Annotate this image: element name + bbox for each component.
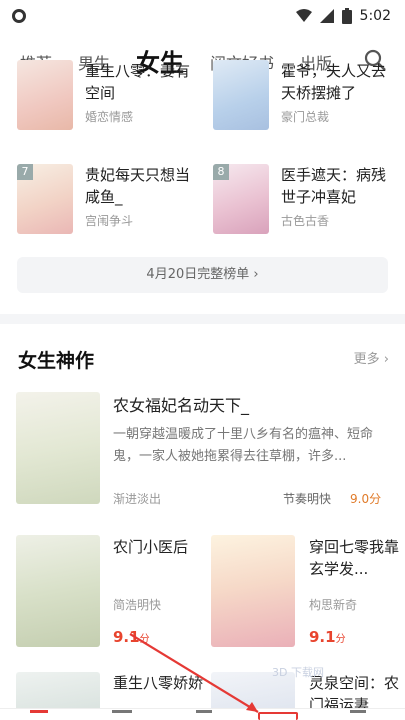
section-title: 女生神作 bbox=[18, 350, 95, 372]
rank-badge: 7 bbox=[17, 164, 33, 180]
rank-item[interactable]: 霍爷，夫人又去天桥摆摊了 豪门总裁 bbox=[213, 60, 399, 130]
nav-profile-icon[interactable] bbox=[350, 710, 366, 720]
book-title: 重生八零：妻有空间 bbox=[85, 62, 191, 102]
book-title: 霍爷，夫人又去天桥摆摊了 bbox=[281, 62, 387, 102]
book-cover bbox=[17, 60, 73, 130]
book-score-value: 9.1 bbox=[113, 628, 140, 646]
book-cover bbox=[213, 60, 269, 130]
book-score: 9.1分 bbox=[113, 628, 150, 646]
rank-item[interactable]: 8 医手遮天：病残世子冲喜妃 古色古香 bbox=[213, 164, 399, 234]
book-cover: 7 bbox=[17, 164, 73, 234]
book-score: 9.1分 bbox=[309, 628, 346, 646]
book-tag: 婚恋情感 bbox=[85, 110, 134, 124]
featured-book-tag: 节奏明快 bbox=[283, 492, 332, 506]
app-notification-icon bbox=[12, 9, 26, 23]
book-score-value: 9.1 bbox=[309, 628, 336, 646]
status-time: 5:02 bbox=[359, 8, 391, 24]
battery-icon bbox=[341, 8, 352, 24]
book-tag: 豪门总裁 bbox=[281, 110, 330, 124]
book-title: 贵妃每天只想当咸鱼_ bbox=[85, 166, 191, 206]
watermark: 3D 下载网 bbox=[272, 666, 324, 679]
book-tag: 古色古香 bbox=[281, 214, 330, 228]
featured-book-desc: 一朝穿越温暖成了十里八乡有名的瘟神、短命鬼，一家人被她拖累得去往草棚，许多... bbox=[113, 427, 374, 464]
nav-discover-icon[interactable] bbox=[196, 710, 212, 720]
rank-item[interactable]: 重生八零：妻有空间 婚恋情感 bbox=[17, 60, 203, 130]
book-author: 简浩明快 bbox=[113, 598, 162, 612]
nav-home-icon[interactable] bbox=[30, 710, 48, 720]
book-title[interactable]: 农门小医后 bbox=[113, 536, 203, 558]
book-cover: 8 bbox=[213, 164, 269, 234]
book-title[interactable]: 穿回七零我靠玄学发... bbox=[309, 536, 399, 580]
book-score-unit: 分 bbox=[335, 634, 346, 645]
status-bar: 5:02 bbox=[0, 0, 405, 32]
rank-item[interactable]: 7 贵妃每天只想当咸鱼_ 宫闱争斗 bbox=[17, 164, 203, 234]
book-tag: 宫闱争斗 bbox=[85, 214, 134, 228]
book-cover[interactable] bbox=[211, 535, 295, 647]
book-author: 构思新奇 bbox=[309, 598, 358, 612]
nav-bookshelf-icon[interactable] bbox=[258, 712, 298, 720]
book-cover[interactable] bbox=[16, 535, 100, 647]
section-divider bbox=[0, 314, 405, 324]
featured-book-author: 渐进淡出 bbox=[113, 492, 162, 506]
wifi-icon bbox=[295, 9, 312, 22]
featured-book-score: 9.0分 bbox=[350, 492, 382, 506]
rank-badge: 8 bbox=[213, 164, 229, 180]
book-title[interactable]: 重生八零娇娇 bbox=[113, 672, 203, 694]
nav-category-icon[interactable] bbox=[112, 710, 132, 720]
book-score-unit: 分 bbox=[139, 634, 150, 645]
full-ranking-button[interactable]: 4月20日完整榜单 › bbox=[17, 257, 388, 293]
more-link[interactable]: 更多 › bbox=[354, 348, 389, 367]
featured-book-title[interactable]: 农女福妃名动天下_ bbox=[113, 392, 249, 416]
featured-book-cover[interactable] bbox=[16, 392, 100, 504]
signal-icon bbox=[319, 9, 334, 23]
book-title: 医手遮天：病残世子冲喜妃 bbox=[281, 166, 387, 206]
